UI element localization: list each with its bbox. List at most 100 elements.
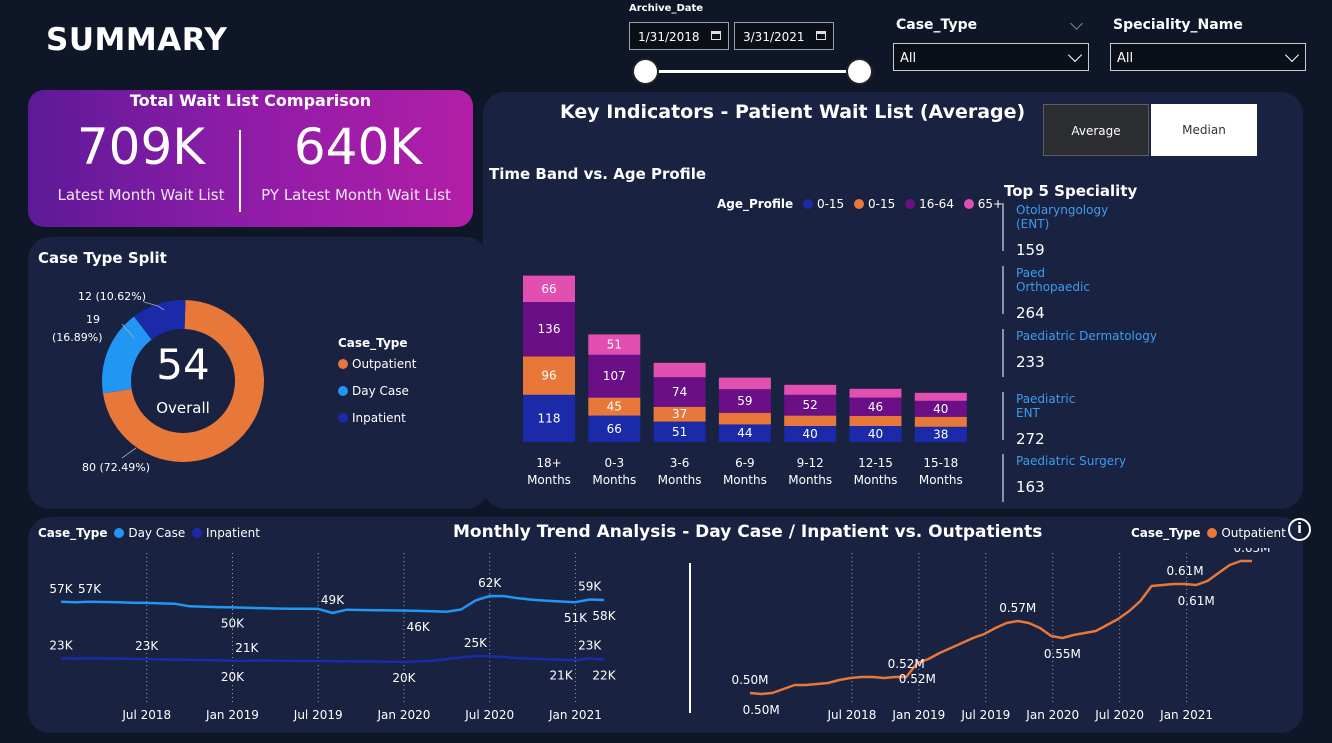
bar-segment [784,384,837,395]
legend-daycase-line[interactable]: Day Case [114,526,185,540]
end-date-input[interactable]: 3/31/2021 [734,22,834,50]
line-data-label: 0.50M [743,703,780,717]
top5-item[interactable]: Paediatric Surgery 163 [1002,454,1126,502]
trend-left-legend: Case_Type Day Case Inpatient [38,526,260,540]
outpatient-slice-label: 80 (72.49%) [82,461,151,474]
top5-item[interactable]: Paed Orthopaedic 264 [1002,266,1090,322]
top5-title: Top 5 Speciality [1004,182,1138,200]
calendar-icon[interactable] [711,31,721,40]
line-data-label: 25K [464,636,488,650]
speciality-name: Paediatric ENT [1016,392,1076,420]
x-tick-label: Jan 2020 [377,708,431,722]
x-tick-label: Months [723,473,767,487]
x-tick-label: 0-3 [604,456,624,470]
chevron-down-icon[interactable] [1070,17,1083,30]
bar-data-label: 96 [541,369,556,383]
legend-label: Inpatient [206,526,260,540]
line-data-label: 62K [478,576,502,590]
speciality-name: Paediatric Dermatology [1016,329,1157,343]
x-tick-label: Jul 2018 [827,708,877,722]
x-tick-label: Jul 2020 [1094,708,1144,722]
bar-data-label: 40 [803,427,818,441]
speciality-name: Paediatric Surgery [1016,454,1127,468]
x-tick-label: 12-15 [858,456,893,470]
speciality-name: Paed Orthopaedic [1016,266,1090,294]
date-slider-end-handle[interactable] [846,58,873,85]
donut-center-value: 54 [156,340,210,389]
bar-segment [718,377,771,390]
x-tick-label: Months [854,473,898,487]
x-tick-label: 6-9 [735,456,755,470]
latest-month-value: 709K [76,118,206,176]
x-tick-label: Jan 2021 [548,708,602,722]
x-tick-label: Months [527,473,571,487]
inpatient-dot-icon [338,413,348,423]
start-date-input[interactable]: 1/31/2018 [629,22,729,50]
leader-line [121,447,137,459]
bar-data-label: 38 [933,427,948,441]
line-data-label: 21K [235,641,259,655]
chevron-down-icon [1284,47,1300,63]
py-latest-month-label: PY Latest Month Wait List [261,186,451,204]
legend-outpatient[interactable]: Outpatient [338,357,416,371]
speciality-value: 233 [1016,353,1045,371]
median-toggle-button[interactable]: Median [1151,104,1257,156]
speciality-value: All [1117,51,1134,66]
speciality-value: 264 [1016,304,1045,322]
bar-data-label: 66 [541,282,556,296]
kpi-divider [239,130,241,212]
legend-inpatient-line[interactable]: Inpatient [192,526,260,540]
average-toggle-button[interactable]: Average [1043,104,1149,156]
case-type-split-title: Case Type Split [38,249,167,267]
legend-daycase[interactable]: Day Case [338,384,409,398]
page-title: SUMMARY [46,22,228,58]
case-type-legend-title: Case_Type [338,336,408,350]
date-slider-track[interactable] [645,70,860,73]
bar-data-label: 66 [607,422,622,436]
trend-divider [689,563,691,713]
daycase-dot-icon [114,528,125,538]
top5-item[interactable]: Otolaryngology (ENT) 159 [1002,203,1109,259]
date-slider-start-handle[interactable] [632,58,659,85]
calendar-icon[interactable] [816,31,826,40]
legend-inpatient[interactable]: Inpatient [338,411,406,425]
line-data-label: 21K [550,669,574,683]
legend-age-65-plus: 65+ [977,197,1004,211]
case-type-filter-label: Case_Type [896,17,978,33]
bar-data-label: 40 [868,427,883,441]
top5-item[interactable]: Paediatric Dermatology 233 [1002,329,1157,377]
line-data-label: 23K [49,638,73,652]
outpatient-line-chart: Jul 2018 Jan 2019 Jul 2019 Jan 2020 Jul 2020… [731,548,1270,722]
chevron-down-icon [1067,47,1083,63]
x-tick-label: Jan 2019 [205,708,259,722]
x-tick-label: Months [919,473,963,487]
line-data-label: 58K [592,609,616,623]
line-data-label: 0.57M [999,601,1036,615]
line-data-label: 23K [578,638,602,652]
line-data-label: 46K [407,620,431,634]
bar-segment [784,415,837,426]
bar-data-label: 45 [607,400,622,414]
line-data-label: 0.55M [1044,647,1081,661]
case-type-select[interactable]: All [893,43,1089,71]
line-data-label: 0.61M [1167,564,1204,578]
outpatient-dot-icon [338,359,348,369]
x-tick-label: Jul 2018 [121,708,171,722]
bar-segment [849,416,902,426]
speciality-select[interactable]: All [1110,43,1306,71]
line-data-label: 50K [221,616,245,630]
info-icon[interactable]: i [1288,518,1311,541]
inpatient-slice-label: 12 (10.62%) [78,290,147,303]
bar-data-label: 107 [603,369,626,383]
archive-date-label: Archive_Date [629,3,704,14]
kpi-title: Total Wait List Comparison [129,91,372,110]
top5-item[interactable]: Paediatric ENT 272 [1002,392,1076,448]
speciality-value: 159 [1016,241,1045,259]
trend-right-legend: Case_Type Outpatient [1131,526,1286,540]
legend-outpatient-line[interactable]: Outpatient [1207,526,1286,540]
legend-age-16-64: 16-64 [919,197,954,211]
line-data-label: 23K [135,639,159,653]
series-line [60,654,605,664]
speciality-name: Otolaryngology (ENT) [1016,203,1109,231]
bar-segment [718,412,771,425]
